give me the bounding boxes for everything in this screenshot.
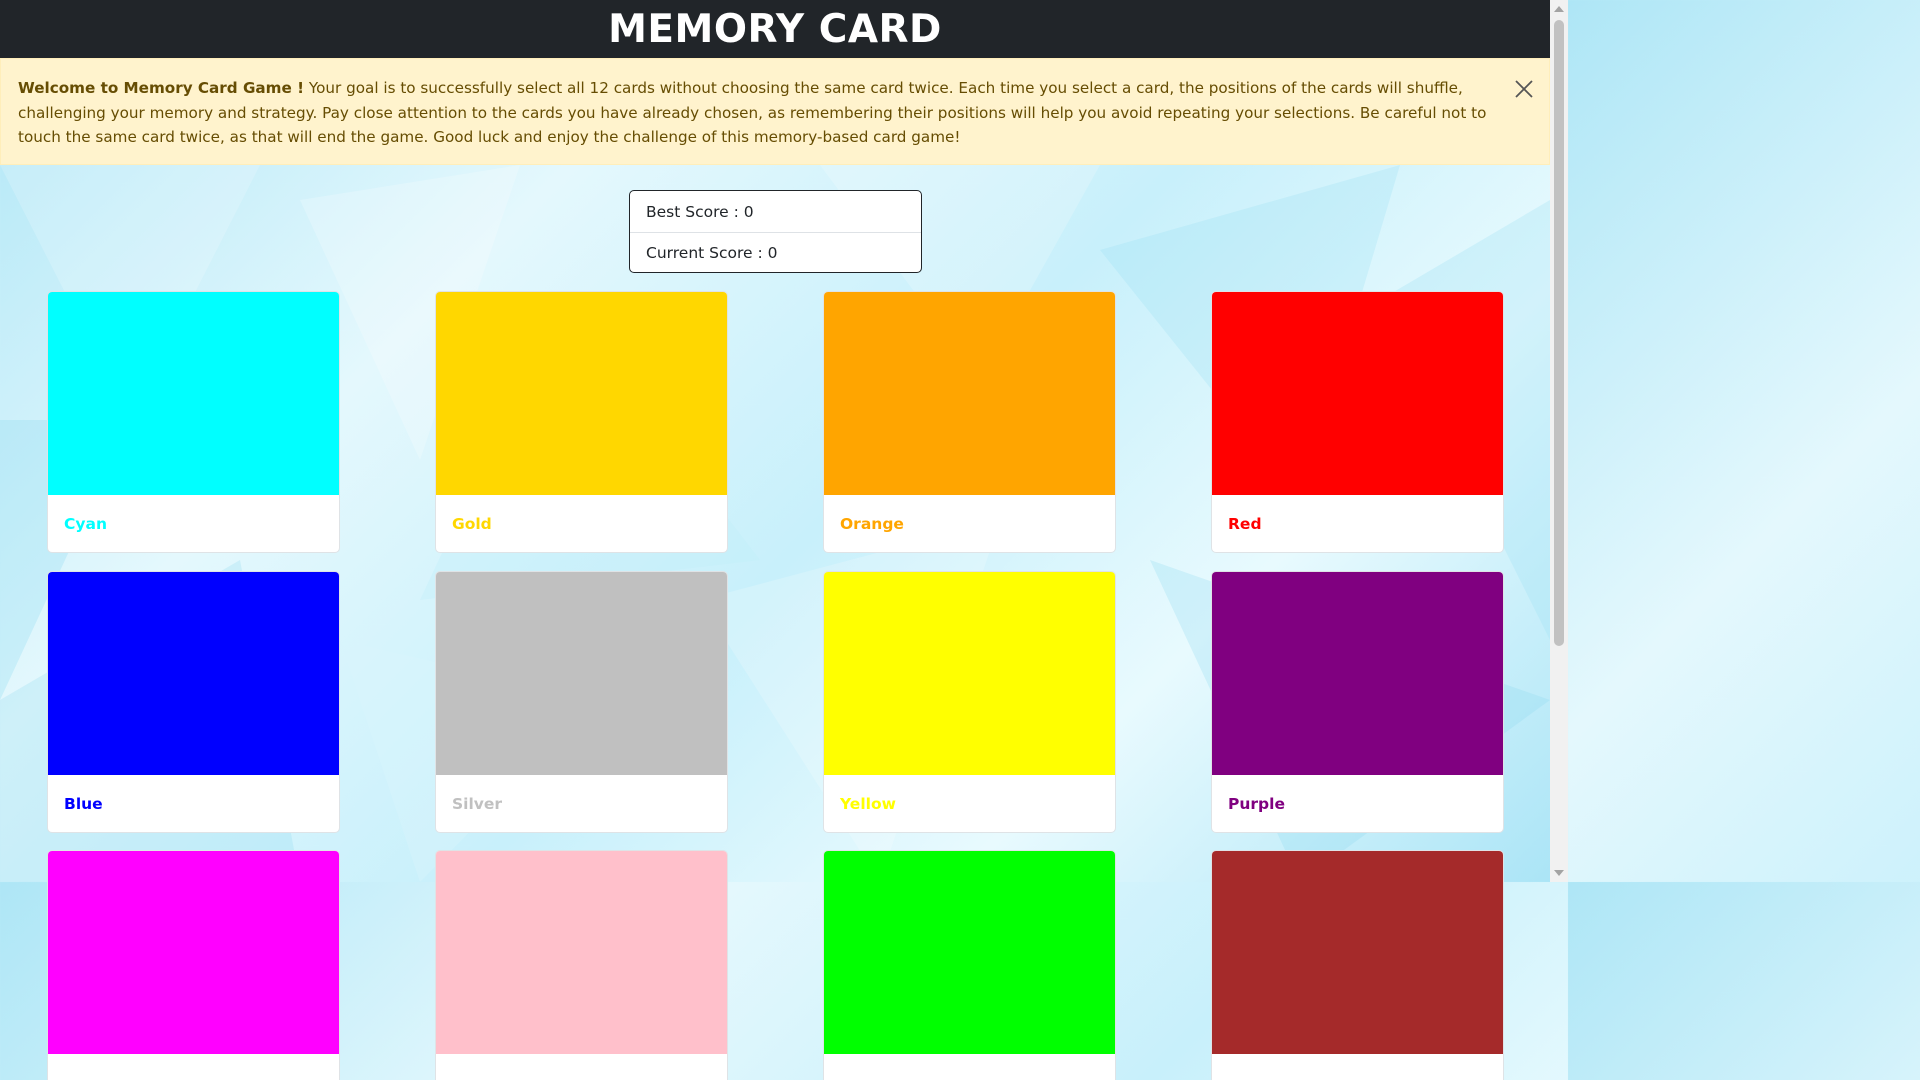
color-card[interactable] [435, 850, 728, 1080]
color-card[interactable]: Yellow [823, 571, 1116, 833]
color-card[interactable]: Purple [1211, 571, 1504, 833]
card-label [824, 1054, 1115, 1080]
card-label: Silver [452, 794, 503, 813]
alert-heading: Welcome to Memory Card Game ! [18, 79, 304, 97]
scroll-up-icon[interactable] [1554, 6, 1564, 12]
scroll-down-icon[interactable] [1554, 870, 1564, 876]
card-label [1212, 1054, 1503, 1080]
card-label: Orange [840, 514, 904, 533]
card-swatch [436, 851, 727, 1054]
score-board: Best Score : 0 Current Score : 0 [629, 190, 922, 273]
color-card[interactable] [1211, 850, 1504, 1080]
card-swatch [824, 851, 1115, 1054]
card-label: Purple [1228, 794, 1285, 813]
card-swatch [436, 572, 727, 775]
card-swatch [824, 572, 1115, 775]
scrollbar-thumb[interactable] [1554, 20, 1564, 646]
card-swatch [48, 851, 339, 1054]
card-swatch [1212, 851, 1503, 1054]
color-card[interactable]: Silver [435, 571, 728, 833]
current-score: Current Score : 0 [630, 232, 921, 272]
color-card[interactable]: Blue [47, 571, 340, 833]
color-card[interactable] [47, 850, 340, 1080]
app-header: MEMORY CARD [0, 0, 1550, 58]
card-label: Gold [452, 514, 492, 533]
card-swatch [436, 292, 727, 495]
color-card[interactable]: Gold [435, 291, 728, 553]
card-label [48, 1054, 339, 1080]
color-card[interactable]: Red [1211, 291, 1504, 553]
card-label [436, 1054, 727, 1080]
best-score: Best Score : 0 [646, 202, 754, 221]
card-swatch [48, 572, 339, 775]
page-title: MEMORY CARD [608, 6, 942, 52]
card-swatch [48, 292, 339, 495]
card-label: Yellow [840, 794, 896, 813]
card-swatch [1212, 292, 1503, 495]
color-card[interactable] [823, 850, 1116, 1080]
close-icon[interactable] [1513, 78, 1535, 100]
card-label: Red [1228, 514, 1262, 533]
card-swatch [1212, 572, 1503, 775]
card-swatch [824, 292, 1115, 495]
card-label: Blue [64, 794, 103, 813]
color-card[interactable]: Cyan [47, 291, 340, 553]
card-label: Cyan [64, 514, 107, 533]
page-scrollbar[interactable] [1550, 0, 1568, 882]
color-card[interactable]: Orange [823, 291, 1116, 553]
welcome-alert: Welcome to Memory Card Game ! Your goal … [0, 58, 1550, 165]
